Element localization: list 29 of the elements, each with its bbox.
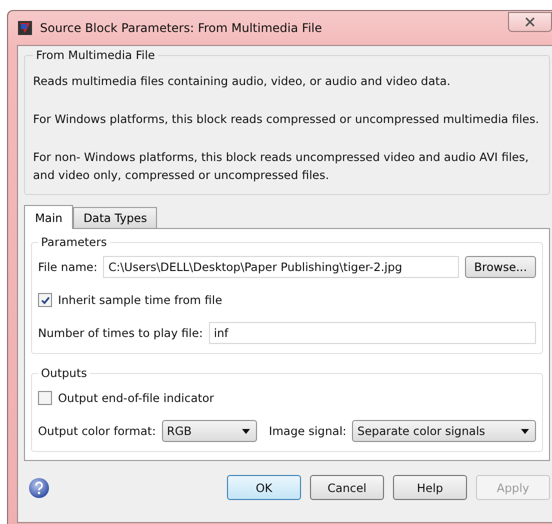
field-label: Image signal:	[268, 424, 346, 438]
close-icon	[525, 17, 535, 27]
dialog-button[interactable]: Cancel	[310, 475, 384, 500]
help-icon[interactable]	[28, 476, 50, 498]
group-title: From Multimedia File	[35, 48, 156, 62]
tab[interactable]: Data Types	[73, 207, 157, 228]
group-title: Outputs	[40, 366, 88, 380]
field-label: File name:	[38, 260, 98, 274]
checkbox[interactable]	[38, 293, 52, 307]
dialog-button[interactable]: Help	[393, 475, 467, 500]
description-text: Reads multimedia files containing audio, video, or audio and video data.	[33, 73, 452, 90]
block-icon	[17, 20, 33, 36]
dialog-button[interactable]: OK	[227, 475, 301, 500]
checkbox-label: Inherit sample time from file	[58, 293, 222, 307]
browse-button[interactable]: Browse...	[465, 256, 536, 278]
field-label: Number of times to play file:	[38, 326, 203, 340]
tab[interactable]: Main	[24, 205, 74, 229]
checkbox[interactable]	[38, 391, 52, 405]
close-button[interactable]	[508, 12, 552, 32]
window-title: Source Block Parameters: From Multimedia File	[40, 21, 322, 35]
image-signal-dropdown[interactable]: Separate color signals	[352, 420, 536, 442]
file-name-field[interactable]: C:\Users\DELL\Desktop\Paper Publishing\tiger-2.jpg	[103, 256, 460, 278]
description-text: For Windows platforms, this block reads compressed or uncompressed multimedia files.	[33, 111, 540, 128]
play-times-field[interactable]: inf	[208, 322, 536, 344]
checkbox-label: Output end-of-file indicator	[58, 391, 214, 405]
group-title: Parameters	[40, 235, 108, 249]
description-text: For non- Windows platforms, this block reads uncompressed video and audio AVI files, and video only, compressed or uncompressed files.	[33, 149, 530, 184]
field-label: Output color format:	[38, 424, 156, 438]
color-format-dropdown[interactable]: RGB	[162, 420, 257, 442]
